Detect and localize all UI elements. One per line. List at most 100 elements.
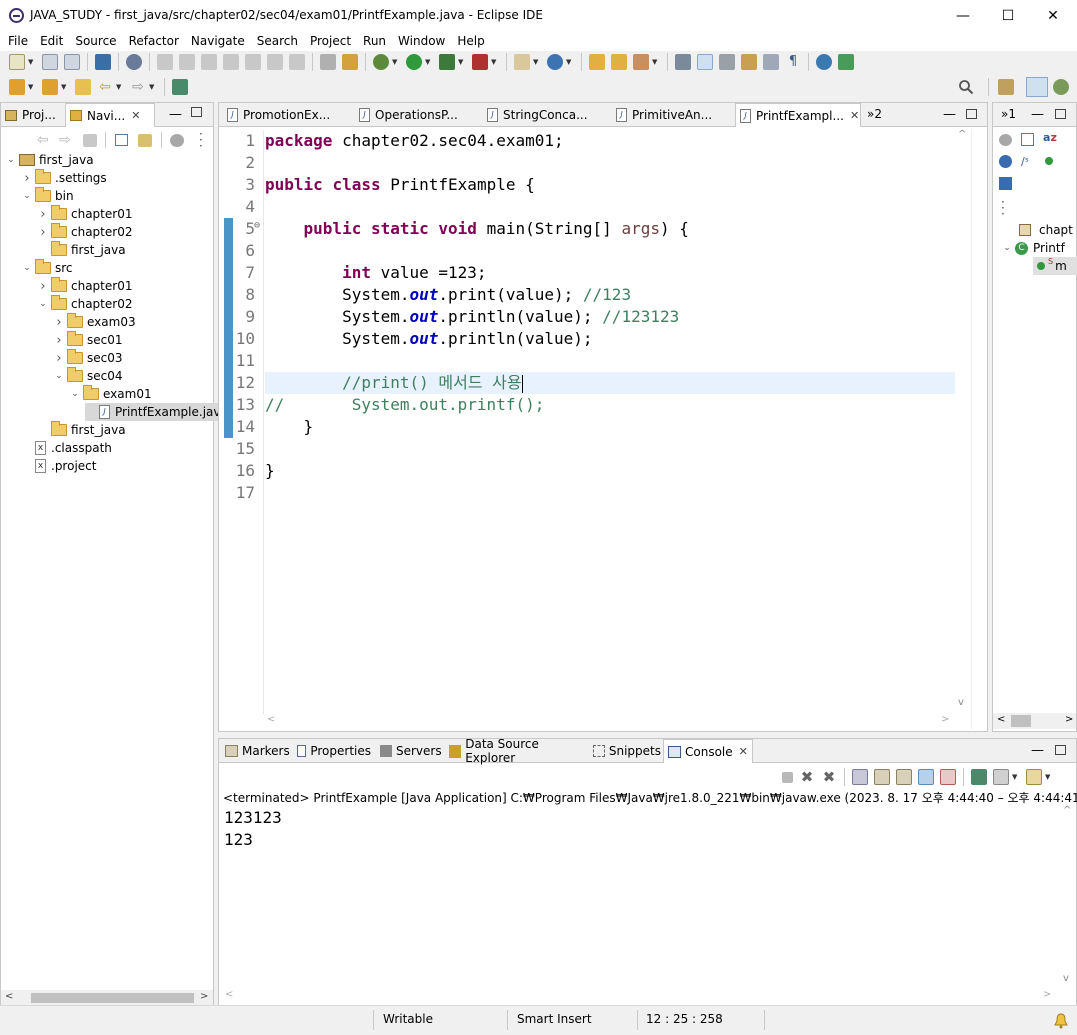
outline-filter-icon[interactable] (999, 134, 1012, 146)
forward-icon[interactable]: ⇨ (130, 79, 146, 95)
search-tool-dropdown-icon[interactable]: ▼ (652, 58, 660, 66)
disconnect-icon[interactable] (223, 54, 239, 70)
chevron-down-icon[interactable]: ⌄ (5, 155, 17, 165)
scroll-thumb[interactable] (1011, 715, 1031, 727)
chevron-down-icon[interactable]: ⌄ (37, 299, 49, 309)
chevron-down-icon[interactable]: ⌄ (1001, 243, 1013, 253)
menu-source[interactable]: Source (69, 34, 122, 48)
show-stderr-icon[interactable] (940, 769, 956, 785)
tree-item[interactable]: J PrintfExample.java (85, 403, 232, 421)
next-annotation-dropdown-icon[interactable]: ▼ (28, 83, 36, 91)
back-dropdown-icon[interactable]: ▼ (116, 83, 124, 91)
scroll-up-icon[interactable]: ^ (1063, 805, 1071, 816)
scroll-left-icon[interactable]: < (267, 714, 275, 725)
block-selection-icon[interactable] (741, 54, 757, 70)
tree-item[interactable]: › exam03 (53, 313, 136, 331)
tab-markers[interactable]: Markers (221, 739, 291, 763)
tree-item[interactable]: ⌄ src (21, 259, 73, 277)
view-menu-icon[interactable]: · · · (199, 128, 203, 152)
tree-item[interactable]: › chapter02 (37, 223, 132, 241)
open-console-dropdown-icon[interactable]: ▼ (1045, 773, 1053, 781)
run-dropdown-icon[interactable]: ▼ (425, 58, 433, 66)
display-console-icon[interactable] (993, 769, 1009, 785)
outline-view-menu-icon[interactable]: · · · (1001, 196, 1005, 220)
search-icon[interactable] (958, 79, 974, 95)
maximize-outline-icon[interactable] (1055, 109, 1066, 119)
remove-all-launches-icon[interactable]: ✖ (821, 769, 837, 785)
outline-overflow[interactable]: »1 (1001, 107, 1016, 121)
new-java-project-icon[interactable] (514, 54, 530, 70)
tab-snippets[interactable]: Snippets (589, 739, 661, 763)
previous-annotation-icon[interactable] (42, 79, 58, 95)
menu-edit[interactable]: Edit (34, 34, 69, 48)
chevron-right-icon[interactable]: › (53, 351, 65, 366)
new-dropdown-icon[interactable]: ▼ (28, 58, 36, 66)
tab-project-explorer[interactable]: Proj... (1, 103, 65, 127)
tree-item[interactable]: › chapter01 (37, 277, 132, 295)
scroll-up-icon[interactable]: ^ (958, 129, 966, 140)
run-icon[interactable] (406, 54, 422, 70)
pin-console-icon[interactable] (971, 769, 987, 785)
open-task-icon[interactable] (611, 54, 627, 70)
scroll-thumb[interactable] (31, 993, 194, 1003)
scroll-left-icon[interactable]: < (997, 714, 1005, 725)
last-edit-icon[interactable] (75, 79, 91, 95)
tree-item[interactable]: first_java (37, 241, 126, 259)
editor-tab-operations[interactable]: J OperationsP... (355, 103, 481, 127)
drop-to-frame-icon[interactable] (320, 54, 336, 70)
open-type-icon[interactable] (589, 54, 605, 70)
close-button[interactable]: ✕ (1030, 0, 1076, 31)
terminate-icon[interactable] (201, 54, 217, 70)
hide-nonpublic-icon[interactable] (1045, 157, 1053, 165)
chevron-right-icon[interactable]: › (37, 207, 49, 222)
suspend-icon[interactable] (179, 54, 195, 70)
minimize-console-icon[interactable]: — (1031, 743, 1044, 758)
coverage-icon[interactable] (439, 54, 455, 70)
hide-fields-icon[interactable] (999, 155, 1012, 168)
chevron-down-icon[interactable]: ⌄ (21, 191, 33, 201)
debug-icon[interactable] (373, 54, 389, 70)
editor-tab-primitive[interactable]: J PrimitiveAn... (612, 103, 740, 127)
console-output[interactable]: 123123 123 (219, 805, 1059, 989)
editor-tab-promotion[interactable]: J PromotionEx... (223, 103, 351, 127)
debug-perspective-icon[interactable] (1053, 79, 1069, 95)
notification-icon[interactable] (1054, 1013, 1068, 1029)
next-annotation-icon[interactable] (9, 79, 25, 95)
tree-item[interactable]: ⌄ sec04 (53, 367, 123, 385)
previous-annotation-dropdown-icon[interactable]: ▼ (61, 83, 69, 91)
display-console-dropdown-icon[interactable]: ▼ (1012, 773, 1020, 781)
chevron-right-icon[interactable]: › (21, 171, 33, 186)
menu-file[interactable]: File (2, 34, 34, 48)
external-tools-dropdown-icon[interactable]: ▼ (491, 58, 499, 66)
tree-item[interactable]: x .project (21, 457, 96, 475)
console-horizontal-scrollbar[interactable]: < > (219, 989, 1059, 1005)
new-class-dropdown-icon[interactable]: ▼ (566, 58, 574, 66)
chevron-down-icon[interactable]: ⌄ (21, 263, 33, 273)
chevron-down-icon[interactable]: ⌄ (53, 371, 65, 381)
scroll-right-icon[interactable]: > (200, 991, 208, 1002)
maximize-view-icon[interactable] (191, 107, 202, 117)
menu-window[interactable]: Window (392, 34, 451, 48)
scroll-left-icon[interactable]: < (5, 991, 13, 1002)
forward-dropdown-icon[interactable]: ▼ (149, 83, 157, 91)
open-perspective-icon[interactable] (998, 79, 1014, 95)
link-with-editor-icon[interactable] (138, 134, 152, 147)
step-into-icon[interactable] (245, 54, 261, 70)
terminate-console-icon[interactable] (782, 771, 793, 783)
word-wrap-icon[interactable] (719, 54, 735, 70)
maximize-console-icon[interactable] (1055, 745, 1066, 755)
save-all-icon[interactable] (64, 54, 80, 70)
external-tools-icon[interactable] (472, 54, 488, 70)
tree-item[interactable]: › .settings (21, 169, 107, 187)
scroll-lock-icon[interactable] (874, 769, 890, 785)
close-icon[interactable]: ✕ (131, 109, 140, 122)
show-stdout-icon[interactable] (918, 769, 934, 785)
filters-icon[interactable] (170, 134, 184, 147)
tree-item[interactable]: x .classpath (21, 439, 112, 457)
search-tool-icon[interactable] (633, 54, 649, 70)
outline-horizontal-scrollbar[interactable]: < > (993, 713, 1076, 729)
menu-navigate[interactable]: Navigate (185, 34, 251, 48)
mark-occurrences-icon[interactable] (697, 54, 713, 70)
tab-servers[interactable]: Servers (376, 739, 442, 763)
editor-tab-stringconcat[interactable]: J StringConca... (483, 103, 611, 127)
